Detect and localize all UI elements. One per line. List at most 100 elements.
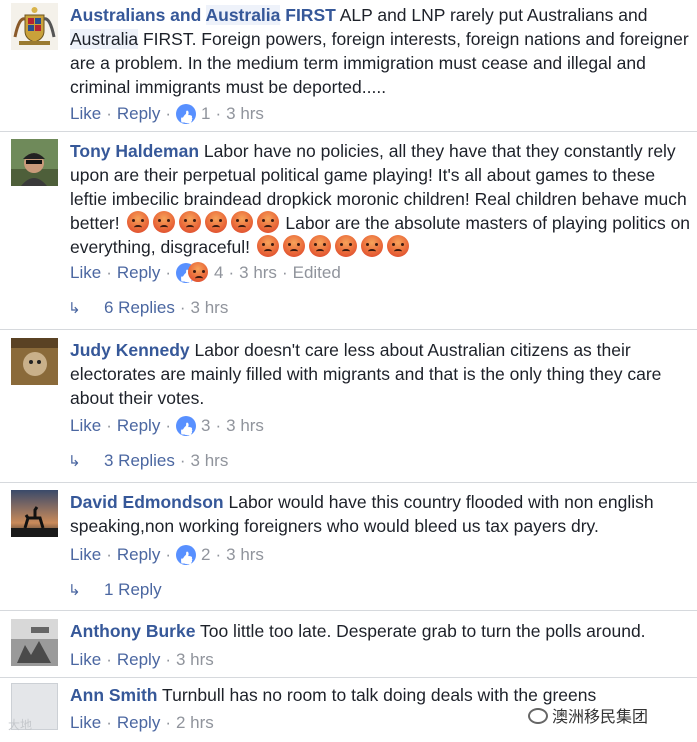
separator: · — [215, 103, 222, 123]
separator: · — [179, 451, 186, 470]
comment-author[interactable]: Judy Kennedy — [70, 340, 190, 360]
avatar[interactable] — [11, 3, 58, 50]
comment-actions: Like·Reply·3·3 hrs — [70, 413, 264, 437]
reply-arrow-icon: ↳ — [68, 300, 81, 317]
reply-link[interactable]: Reply — [117, 711, 160, 735]
like-link[interactable]: Like — [70, 261, 101, 285]
avatar[interactable] — [11, 619, 58, 666]
pet-photo-avatar — [11, 338, 58, 385]
angry-emoji-icon — [204, 211, 227, 233]
replies-count-label[interactable]: 6 Replies — [104, 298, 175, 317]
comment-text: ALP and LNP rarely put Australians and — [335, 5, 648, 25]
reply-link[interactable]: Reply — [117, 648, 160, 672]
like-link[interactable]: Like — [70, 414, 101, 438]
angry-emoji-icon — [386, 235, 409, 257]
comment-author[interactable]: Anthony Burke — [70, 621, 195, 641]
comment-body: Judy Kennedy Labor doesn't care less abo… — [70, 338, 692, 410]
comment-actions: Like · Reply · 3 hrs — [70, 647, 214, 671]
reply-link[interactable]: Reply — [117, 543, 160, 567]
separator: · — [215, 415, 222, 435]
avatar[interactable] — [11, 490, 58, 537]
separator: · — [179, 298, 186, 317]
separator: · — [106, 649, 112, 669]
angry-emoji-icon — [282, 235, 305, 257]
timestamp[interactable]: 2 hrs — [176, 711, 214, 735]
like-link[interactable]: Like — [70, 711, 101, 735]
divider — [0, 329, 697, 330]
angry-emoji-icon — [308, 235, 331, 257]
like-link[interactable]: Like — [70, 102, 101, 126]
like-reaction-icon[interactable] — [176, 415, 196, 436]
view-replies-link[interactable]: ↳ 6 Replies · 3 hrs — [68, 296, 228, 320]
author-name-part: FIRST — [280, 5, 336, 25]
man-with-cap-avatar — [11, 139, 58, 186]
divider — [0, 610, 697, 611]
replies-timestamp: 3 hrs — [190, 451, 229, 470]
reply-link[interactable]: Reply — [117, 414, 160, 438]
comment-author[interactable]: David Edmondson — [70, 492, 224, 512]
divider — [0, 131, 697, 132]
grayscale-photo-avatar — [11, 619, 58, 666]
comment-text: Too little too late. Desperate grab to t… — [195, 621, 646, 641]
comment-body: Anthony Burke Too little too late. Despe… — [70, 619, 692, 643]
coat-of-arms-avatar — [11, 3, 58, 50]
angry-emoji-icon — [126, 211, 149, 233]
comment-actions: Like·Reply·4·3 hrs·Edited — [70, 260, 341, 284]
like-reaction-icon[interactable] — [176, 103, 196, 124]
separator: · — [165, 649, 171, 669]
wechat-icon — [528, 708, 548, 724]
replies-count-label[interactable]: 1 Reply — [104, 580, 162, 599]
reply-arrow-icon: ↳ — [68, 582, 81, 599]
avatar[interactable] — [11, 338, 58, 385]
comment-body: Australians and Australia FIRST ALP and … — [70, 3, 692, 99]
comment-author[interactable]: Australians and Australia FIRST — [70, 5, 336, 25]
angry-emoji-icon — [152, 211, 175, 233]
separator: · — [106, 712, 112, 732]
separator: · — [228, 262, 235, 282]
like-reaction-icon[interactable] — [176, 544, 196, 565]
reaction-count[interactable]: 3 — [201, 414, 210, 438]
timestamp[interactable]: 3 hrs — [226, 102, 264, 126]
replies-count-label[interactable]: 3 Replies — [104, 451, 175, 470]
comment-thread: Australians and Australia FIRST ALP and … — [0, 0, 697, 742]
author-name-part: Australians and — [70, 5, 206, 25]
timestamp[interactable]: 3 hrs — [239, 261, 277, 285]
reply-link[interactable]: Reply — [117, 261, 160, 285]
timestamp[interactable]: 3 hrs — [226, 543, 264, 567]
separator: · — [165, 544, 171, 564]
like-link[interactable]: Like — [70, 648, 101, 672]
angry-emoji-icon — [256, 211, 279, 233]
avatar[interactable] — [11, 139, 58, 186]
horse-rider-sunset-avatar — [11, 490, 58, 537]
like-link[interactable]: Like — [70, 543, 101, 567]
reply-arrow-icon: ↳ — [68, 453, 81, 470]
reactions-summary[interactable] — [176, 261, 210, 284]
separator: · — [165, 103, 171, 123]
separator: · — [106, 103, 112, 123]
angry-emoji-icon — [230, 211, 253, 233]
timestamp[interactable]: 3 hrs — [226, 414, 264, 438]
reply-link[interactable]: Reply — [117, 102, 160, 126]
separator: · — [215, 544, 222, 564]
timestamp[interactable]: 3 hrs — [176, 648, 214, 672]
view-replies-link[interactable]: ↳ 1 Reply — [68, 578, 162, 602]
comment-author[interactable]: Ann Smith — [70, 685, 158, 705]
edited-label[interactable]: Edited — [293, 261, 341, 285]
reaction-count[interactable]: 2 — [201, 543, 210, 567]
angry-emoji-icon — [256, 235, 279, 257]
replies-timestamp: 3 hrs — [190, 298, 229, 317]
reaction-count[interactable]: 1 — [201, 102, 210, 126]
comment-author[interactable]: Tony Haldeman — [70, 141, 199, 161]
author-name-highlight: Australia — [205, 5, 281, 25]
divider — [0, 677, 697, 678]
comment-actions: Like·Reply·1·3 hrs — [70, 101, 264, 125]
wechat-account-badge: 澳洲移民集团 — [528, 703, 648, 727]
reaction-count[interactable]: 4 — [214, 261, 223, 285]
divider — [0, 482, 697, 483]
separator: · — [165, 712, 171, 732]
comment-body: David Edmondson Labor would have this co… — [70, 490, 692, 538]
angry-emoji-icon — [360, 235, 383, 257]
separator: · — [165, 262, 171, 282]
view-replies-link[interactable]: ↳ 3 Replies · 3 hrs — [68, 449, 228, 473]
angry-emoji-icon — [334, 235, 357, 257]
